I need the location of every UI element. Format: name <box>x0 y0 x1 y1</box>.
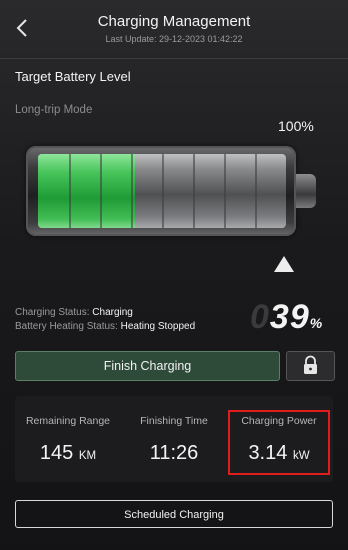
header-divider <box>0 58 348 59</box>
battery-terminal <box>296 174 316 208</box>
battery-segment-divider <box>131 154 133 228</box>
ghost-digit: 0 <box>250 298 270 336</box>
current-battery-percent: 039% <box>250 298 323 337</box>
target-percent: 100% <box>278 118 314 134</box>
finish-charging-button[interactable]: Finish Charging <box>15 351 280 381</box>
target-level-slider-handle[interactable] <box>274 256 294 272</box>
battery-cells <box>38 154 286 228</box>
range-unit: KM <box>78 450 97 462</box>
mode-label: Long-trip Mode <box>15 104 93 116</box>
range-number: 145 <box>39 442 74 464</box>
remaining-range-value: 145 KM <box>18 442 118 465</box>
battery-segment-divider <box>100 154 102 228</box>
finishing-time-value: 11:26 <box>149 442 199 464</box>
battery-charge-fill <box>38 154 135 228</box>
battery-segment-divider <box>69 154 71 228</box>
target-battery-label: Target Battery Level <box>15 69 131 84</box>
battery-segment-divider <box>162 154 164 228</box>
heating-status-label: Battery Heating Status: <box>15 321 118 332</box>
battery-segment-divider <box>193 154 195 228</box>
charging-status-value: Charging <box>92 307 133 318</box>
charging-power-highlight <box>228 410 330 475</box>
scheduled-charging-button[interactable]: Scheduled Charging <box>15 500 333 528</box>
page-title: Charging Management <box>97 13 251 30</box>
heating-status-value: Heating Stopped <box>120 321 196 332</box>
lock-button[interactable] <box>286 351 335 381</box>
remaining-range-label: Remaining Range <box>25 415 111 427</box>
last-update-text: Last Update: 29-12-2023 01:42:22 <box>105 34 243 44</box>
charging-status: Charging Status: Charging <box>15 307 133 318</box>
battery-percent-value: 39 <box>269 298 310 336</box>
finishing-time-label: Finishing Time <box>140 415 208 427</box>
battery-segment-divider <box>255 154 257 228</box>
header: Charging Management Last Update: 29-12-2… <box>0 0 348 60</box>
battery-body <box>26 146 296 236</box>
battery-graphic <box>26 146 318 236</box>
charging-status-label: Charging Status: <box>15 307 90 318</box>
heating-status: Battery Heating Status: Heating Stopped <box>15 321 195 332</box>
battery-percent-unit: % <box>309 315 324 331</box>
battery-segment-divider <box>224 154 226 228</box>
lock-icon <box>304 355 317 374</box>
